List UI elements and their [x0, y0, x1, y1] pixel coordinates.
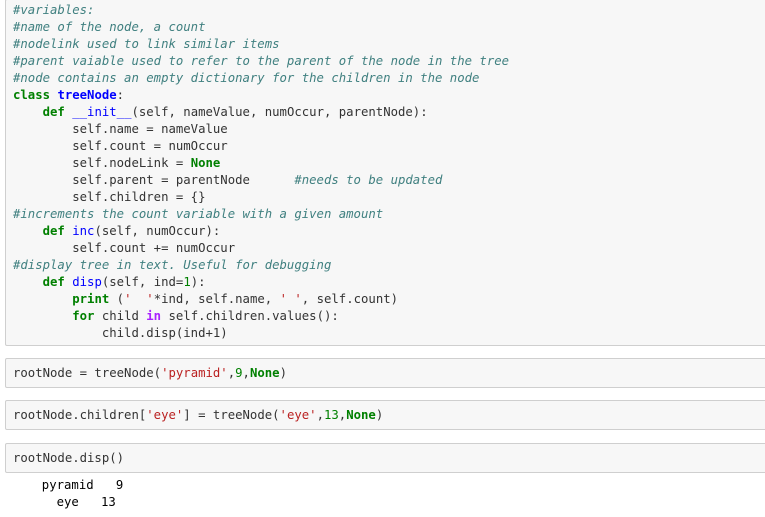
- comment: #nodelink used to link similar items: [13, 37, 280, 51]
- code-line: for child in self.children.values():: [72, 309, 339, 323]
- output-line: eye 13: [27, 495, 116, 509]
- code-line: child.disp(ind+1): [13, 326, 228, 340]
- output-line: pyramid 9: [27, 478, 124, 492]
- comment: #display tree in text. Useful for debugg…: [13, 258, 332, 272]
- code-cell-2[interactable]: rootNode = treeNode('pyramid',9,None): [5, 358, 765, 388]
- code-cell-1[interactable]: #variables: #name of the node, a count #…: [5, 0, 765, 346]
- code-line: self.name = nameValue: [13, 122, 228, 136]
- code-block: #variables: #name of the node, a count #…: [6, 2, 765, 342]
- code-line: self.count = numOccur: [13, 139, 228, 153]
- comment: #variables:: [13, 3, 95, 17]
- code-cell-4[interactable]: rootNode.disp(): [5, 443, 765, 473]
- code-line: print (' '*ind, self.name, ' ', self.cou…: [72, 292, 399, 306]
- code-block: rootNode = treeNode('pyramid',9,None): [6, 365, 765, 382]
- comment: #name of the node, a count: [13, 20, 206, 34]
- comment: #parent vaiable used to refer to the par…: [13, 54, 510, 68]
- code-line: def disp(self, ind=1):: [42, 275, 206, 289]
- code-line: self.count += numOccur: [13, 241, 236, 255]
- code-line: def inc(self, numOccur):: [42, 224, 221, 238]
- code-line: def __init__(self, nameValue, numOccur, …: [42, 105, 428, 119]
- code-line: rootNode = treeNode('pyramid',9,None): [13, 366, 287, 380]
- code-line: self.children = {}: [13, 190, 206, 204]
- code-line: self.nodeLink = None: [13, 156, 221, 170]
- comment: #increments the count variable with a gi…: [13, 207, 384, 221]
- code-line: class treeNode:: [13, 88, 125, 102]
- code-line: self.parent = parentNode #needs to be up…: [13, 173, 443, 187]
- code-line: rootNode.children['eye'] = treeNode('eye…: [13, 408, 384, 422]
- code-cell-3[interactable]: rootNode.children['eye'] = treeNode('eye…: [5, 400, 765, 430]
- code-block: rootNode.children['eye'] = treeNode('eye…: [6, 407, 765, 424]
- cell-output: pyramid 9 eye 13: [5, 477, 765, 511]
- comment: #node contains an empty dictionary for t…: [13, 71, 480, 85]
- code-block: rootNode.disp(): [6, 450, 765, 467]
- code-line: rootNode.disp(): [13, 451, 125, 465]
